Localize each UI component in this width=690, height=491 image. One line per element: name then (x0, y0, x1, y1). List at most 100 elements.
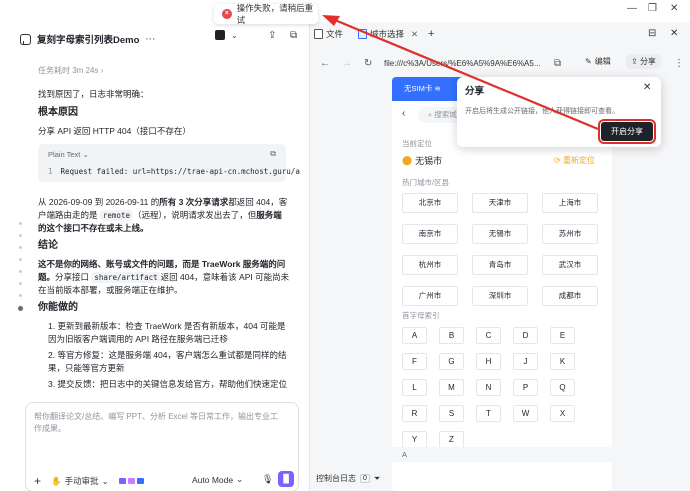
city-button[interactable]: 南京市 (402, 224, 458, 244)
hot-cities-grid: 北京市 天津市 上海市 南京市 无锡市 苏州市 杭州市 青岛市 武汉市 广州市 … (402, 193, 598, 306)
close-panel-icon[interactable]: ✕ (670, 28, 678, 39)
conclusion-text: 这不是你的网络、账号或文件的问题，而是 TraeWork 服务端的问题。分享接口… (38, 259, 290, 295)
city-button[interactable]: 青岛市 (472, 255, 528, 275)
letter-button[interactable]: Y (402, 431, 427, 448)
url-input[interactable]: file:///c%3A/Users/%E6%A5%9A%E6%A5... (384, 56, 544, 72)
chevron-right-icon: › (100, 66, 104, 75)
new-tab-icon[interactable]: + (428, 28, 434, 40)
city-button[interactable]: 上海市 (542, 193, 598, 213)
letter-button[interactable]: N (476, 379, 501, 396)
city-button[interactable]: 北京市 (402, 193, 458, 213)
composer-placeholder[interactable]: 帮你翻译论文/总结、编写 PPT、分析 Excel 等日常工作，输出专业工作成果… (34, 411, 284, 435)
letter-button[interactable]: X (550, 405, 575, 422)
letter-button[interactable]: B (439, 327, 464, 344)
city-button[interactable]: 深圳市 (472, 286, 528, 306)
hot-cities-label: 热门城市/区县 (402, 178, 450, 187)
open-panel-icon[interactable]: ⧉ (290, 30, 297, 41)
root-cause-text: 分享 API 返回 HTTP 404（接口不存在） (38, 126, 191, 136)
close-icon[interactable]: ✕ (643, 82, 651, 93)
code-language[interactable]: Plain Text ⌄ (48, 150, 89, 159)
city-button[interactable]: 天津市 (472, 193, 528, 213)
letter-button[interactable]: K (550, 353, 575, 370)
current-city[interactable]: ⬤ 无锡市 (402, 154, 442, 167)
timeline-dot[interactable] (18, 294, 22, 297)
add-icon[interactable]: + (34, 474, 41, 488)
search-icon: ⌕ (428, 110, 433, 119)
share-icon[interactable]: ⇪ (268, 30, 276, 41)
city-button[interactable]: 杭州市 (402, 255, 458, 275)
intro-text: 找到原因了，日志非常明确： (38, 89, 149, 99)
auto-mode-select[interactable]: Auto Mode ⌄ (192, 474, 243, 485)
external-link-icon[interactable]: ⧉ (554, 58, 561, 69)
letter-button[interactable]: T (476, 405, 501, 422)
console-log-bar[interactable]: 控制台日志 0 ⏷ (316, 473, 380, 484)
layout-icon[interactable]: ⊟ (648, 28, 656, 39)
theme-toggle[interactable]: ⌄ (215, 30, 238, 40)
letter-button[interactable]: D (513, 327, 538, 344)
more-options-icon[interactable]: ⋯ (145, 34, 155, 45)
message-composer[interactable]: 帮你翻译论文/总结、编写 PPT、分析 Excel 等日常工作，输出专业工作成果… (25, 402, 299, 491)
timeline-dot[interactable] (18, 282, 22, 285)
city-button[interactable]: 无锡市 (472, 224, 528, 244)
letter-button[interactable]: J (513, 353, 538, 370)
forward-icon[interactable]: → (342, 58, 352, 69)
letter-button[interactable]: M (439, 379, 464, 396)
minimize-icon[interactable]: — (627, 3, 637, 14)
error-toast: × 操作失败，请稍后重试 (214, 3, 318, 25)
filter-icon[interactable]: ⏷ (374, 474, 380, 484)
more-options-icon[interactable]: ⋮ (674, 58, 684, 69)
reload-icon[interactable]: ↻ (364, 58, 372, 69)
composer-toolbar: + ✋ 手动审批 ⌄ Auto Mode ⌄ 🎙 ▐▌ (34, 471, 294, 488)
city-button[interactable]: 广州市 (402, 286, 458, 306)
location-pin-icon: ⬤ (402, 155, 413, 165)
letter-button[interactable]: L (402, 379, 427, 396)
microphone-icon[interactable]: 🎙 (262, 474, 273, 485)
letter-button[interactable]: P (513, 379, 538, 396)
root-cause-heading: 根本原因 (38, 107, 78, 118)
share-button[interactable]: ⇪ 分享 (626, 54, 661, 69)
code-line: 1 Request failed: url=https://trae-api-cn… (48, 167, 300, 176)
letter-button[interactable]: E (550, 327, 575, 344)
letter-button[interactable]: H (476, 353, 501, 370)
popup-description: 开启后将生成公开链接，他人获得链接即可查看。 (465, 108, 619, 115)
chat-icon (20, 33, 31, 45)
letter-button[interactable]: F (402, 353, 427, 370)
tab-city-select[interactable]: 城市选择 ✕ (358, 28, 418, 40)
letter-button[interactable]: A (402, 327, 427, 344)
city-button[interactable]: 成都市 (542, 286, 598, 306)
back-icon[interactable]: ‹ (402, 108, 405, 119)
letter-button[interactable]: Q (550, 379, 575, 396)
close-window-icon[interactable]: ✕ (670, 3, 678, 14)
tab-files[interactable]: 文件 (314, 28, 343, 40)
todo-heading: 你能做的 (38, 302, 78, 313)
manual-approval-toggle[interactable]: ✋ 手动审批 ⌄ (51, 475, 109, 487)
relocate-button[interactable]: ⟳ 重新定位 (554, 155, 595, 166)
timeline-dot[interactable] (18, 246, 22, 249)
square-icon (215, 30, 225, 40)
city-button[interactable]: 武汉市 (542, 255, 598, 275)
send-button[interactable]: ▐▌ (278, 471, 294, 487)
timeline-dot[interactable] (18, 258, 22, 261)
letter-button[interactable]: C (476, 327, 501, 344)
list-item: 3. 提交反馈：把日志中的关键信息发给官方，帮助他们快速定位 (48, 379, 287, 389)
timeline-dot[interactable] (18, 270, 22, 273)
timeline-dot[interactable] (18, 222, 22, 225)
maximize-icon[interactable]: ❐ (648, 3, 657, 14)
back-icon[interactable]: ← (320, 58, 330, 69)
edit-button[interactable]: ✎ 编辑 (585, 56, 611, 67)
open-share-button[interactable]: 开启分享 (598, 119, 656, 144)
letter-button[interactable]: Z (439, 431, 464, 448)
letter-button[interactable]: R (402, 405, 427, 422)
letter-button[interactable]: G (439, 353, 464, 370)
close-tab-icon[interactable]: ✕ (411, 29, 418, 40)
navigation-bar: ← → ↻ file:///c%3A/Users/%E6%A5%9A%E6%A5… (310, 54, 690, 74)
timeline-dot-active[interactable] (17, 306, 23, 311)
copy-icon[interactable]: ⧉ (270, 149, 276, 159)
timeline-dot[interactable] (18, 234, 22, 237)
attachment-icons[interactable] (118, 478, 144, 484)
conversation-timeline[interactable] (17, 222, 23, 332)
page-icon (358, 29, 367, 39)
letter-button[interactable]: S (439, 405, 464, 422)
city-button[interactable]: 苏州市 (542, 224, 598, 244)
letter-button[interactable]: W (513, 405, 538, 422)
